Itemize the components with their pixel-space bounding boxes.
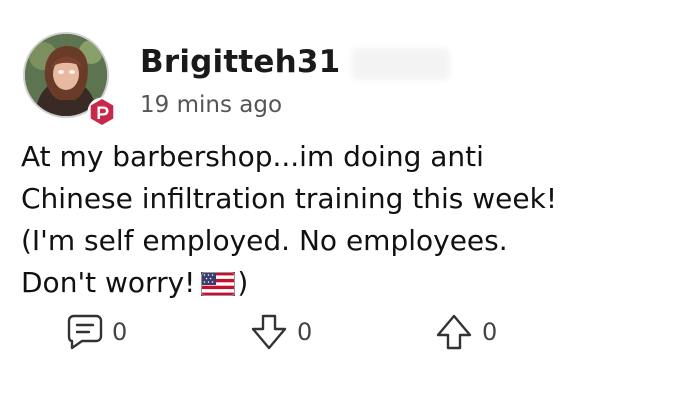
- comment-button[interactable]: 0: [66, 312, 127, 352]
- post-body: At my barbershop...im doing anti Chinese…: [21, 136, 661, 304]
- post-body-line-last: Don't worry! ): [21, 262, 661, 304]
- post-body-line: (I'm self employed. No employees.: [21, 224, 508, 257]
- post-body-text: Don't worry!: [21, 266, 196, 299]
- upvote-count: 0: [482, 318, 498, 346]
- comment-icon: [67, 314, 103, 350]
- arrow-up-icon: [436, 314, 472, 350]
- post-body-line: At my barbershop...im doing anti: [21, 140, 484, 173]
- post-timestamp: 19 mins ago: [140, 92, 283, 118]
- upvote-button[interactable]: 0: [434, 312, 497, 352]
- post-card: Brigitteh31 19 mins ago At my barbershop…: [0, 0, 679, 407]
- downvote-count: 0: [297, 318, 313, 346]
- parler-badge-icon: [87, 97, 117, 127]
- comment-count: 0: [112, 318, 128, 346]
- arrow-down-icon: [251, 314, 287, 350]
- downvote-button[interactable]: 0: [249, 312, 312, 352]
- us-flag-icon: [201, 272, 236, 296]
- post-body-text: ): [237, 266, 249, 299]
- redacted-name: [352, 48, 450, 80]
- author-username[interactable]: Brigitteh31: [140, 44, 340, 80]
- post-body-line: Chinese infiltration training this week!: [21, 182, 558, 215]
